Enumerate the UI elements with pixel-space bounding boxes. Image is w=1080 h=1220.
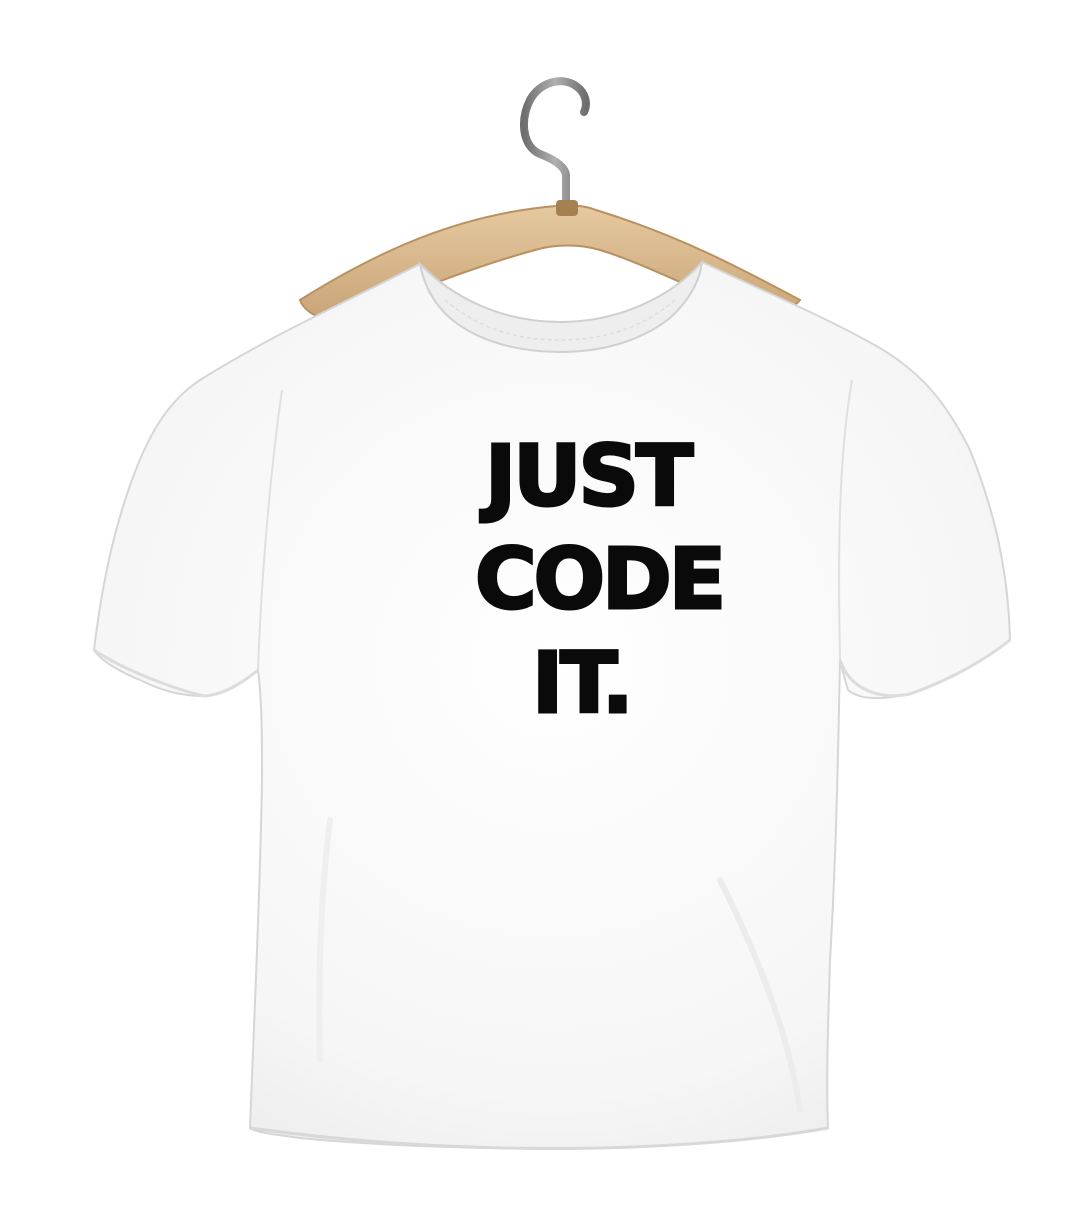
print-line-3: IT. [532,634,631,732]
product-scene: JUST CODE IT. [92,77,1012,1150]
print-line-1: JUST [480,427,693,525]
print-line-2: CODE [475,530,723,628]
